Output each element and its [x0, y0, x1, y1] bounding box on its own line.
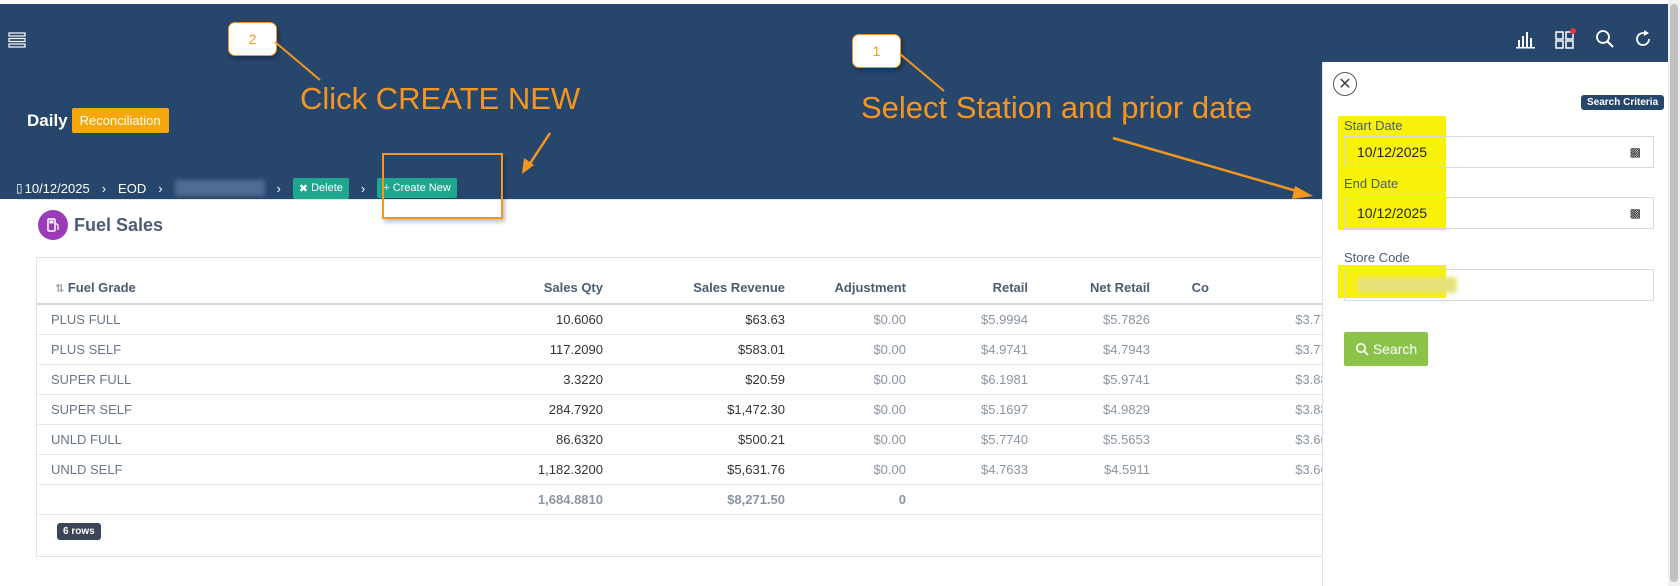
- callout1-pointer: [899, 53, 945, 92]
- callout2-pointer: [274, 41, 321, 81]
- app-window: Daily Reconciliation ▯ 10/12/2025 › EOD …: [0, 0, 1680, 586]
- scrollbar-thumb[interactable]: [1670, 4, 1678, 582]
- arrow-to-panel: [1112, 136, 1301, 194]
- arrow-head-icon: [1292, 186, 1313, 199]
- arrow-to-create-new: [527, 132, 552, 166]
- annotation-arrows: [274, 41, 1313, 199]
- vertical-scrollbar[interactable]: [1668, 0, 1680, 586]
